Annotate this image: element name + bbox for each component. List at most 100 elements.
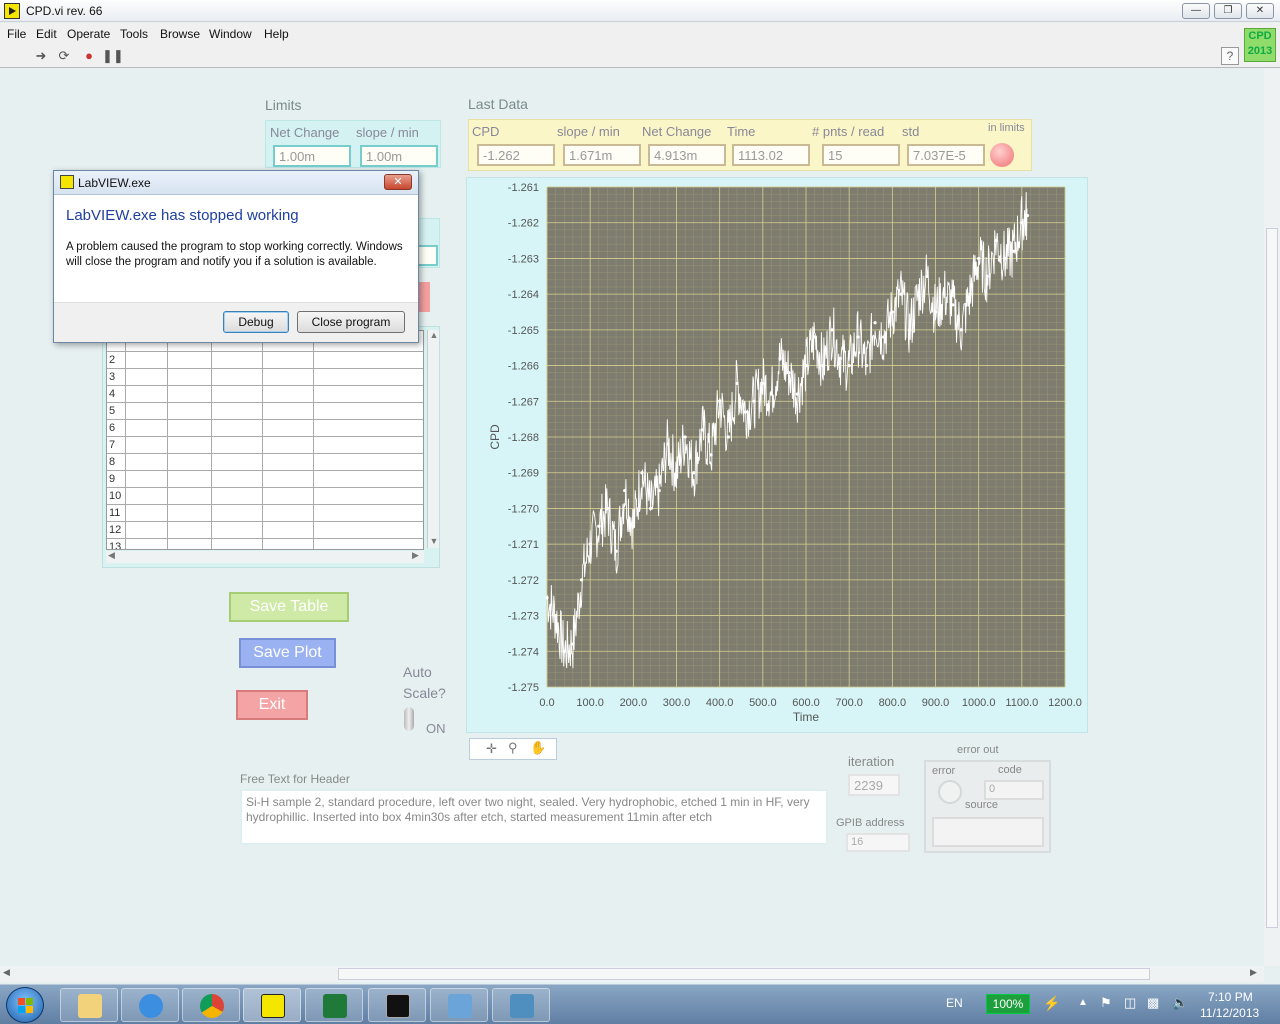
table-row[interactable]: 5 xyxy=(107,402,423,419)
cpd-data-point xyxy=(683,435,687,439)
close-window-button[interactable]: ✕ xyxy=(1246,3,1274,19)
vscroll-thumb[interactable] xyxy=(1266,228,1278,928)
taskbar-remote-desktop[interactable] xyxy=(430,988,488,1022)
table-row[interactable]: 10 xyxy=(107,487,423,504)
save-plot-button[interactable]: Save Plot xyxy=(239,638,336,668)
run-continuously-icon[interactable]: ⟳ xyxy=(55,47,73,65)
scroll-right-icon[interactable]: ▶ xyxy=(412,550,419,561)
cpd-data-point xyxy=(968,292,972,296)
table-row[interactable]: 11 xyxy=(107,504,423,521)
volume-icon[interactable]: 🔈 xyxy=(1172,995,1188,1011)
dialog-close-x-button[interactable]: ✕ xyxy=(384,174,412,190)
hscroll-left-icon[interactable]: ◀ xyxy=(3,967,10,978)
cpd-data-point xyxy=(657,488,661,493)
taskbar-picture-viewer[interactable] xyxy=(492,988,550,1022)
cpd-data-point xyxy=(726,435,730,439)
cursor-move-icon[interactable]: ✛ xyxy=(486,741,497,757)
start-button[interactable] xyxy=(6,987,44,1023)
cpd-vs-time-graph[interactable]: 0.0 100.0 200.0 300.0 400.0 500.0 600.0 700.0 80… xyxy=(466,177,1088,733)
scroll-down-icon[interactable]: ▼ xyxy=(428,536,440,546)
table-vertical-scrollbar[interactable]: ▲ ▼ xyxy=(427,330,439,548)
cpd-data-point xyxy=(769,392,774,396)
run-arrow-icon[interactable]: ➜ xyxy=(32,47,50,65)
cpd-data-point xyxy=(856,335,860,339)
table-row-number: 10 xyxy=(109,490,122,502)
table-row-number: 2 xyxy=(109,354,116,366)
table-row[interactable]: 7 xyxy=(107,436,423,453)
menu-browse[interactable]: Browse xyxy=(160,27,200,41)
zoom-icon[interactable]: ⚲ xyxy=(508,740,518,756)
taskbar-internet-explorer[interactable] xyxy=(121,988,179,1022)
cpd-data-point xyxy=(813,335,817,339)
table-row[interactable]: 13 xyxy=(107,538,423,549)
language-indicator[interactable]: EN xyxy=(946,996,963,1010)
scroll-up-icon[interactable]: ▲ xyxy=(428,330,440,340)
taskbar-excel[interactable] xyxy=(305,988,363,1022)
limits-slope-input[interactable]: 1.00m xyxy=(360,145,438,167)
network-signal-icon[interactable]: ▩ xyxy=(1147,995,1159,1011)
error-status-led xyxy=(938,780,962,804)
menu-tools[interactable]: Tools xyxy=(120,27,148,41)
labview-small-icon xyxy=(60,175,74,189)
hscroll-thumb[interactable] xyxy=(338,968,1150,980)
table-row[interactable]: 3 xyxy=(107,368,423,385)
cpd-data-point xyxy=(743,410,748,414)
power-plug-icon[interactable]: ⚡ xyxy=(1043,995,1060,1012)
menu-help[interactable]: Help xyxy=(264,27,289,41)
battery-indicator[interactable]: 100% xyxy=(986,994,1030,1014)
table-row[interactable]: 9 xyxy=(107,470,423,487)
taskbar-cmd[interactable] xyxy=(368,988,426,1022)
action-center-flag-icon[interactable]: ⚑ xyxy=(1100,995,1112,1011)
menu-operate[interactable]: Operate xyxy=(67,27,110,41)
menu-file[interactable]: File xyxy=(7,27,26,41)
save-table-button[interactable]: Save Table xyxy=(229,592,349,622)
table-row[interactable]: 12 xyxy=(107,521,423,538)
hscroll-right-icon[interactable]: ▶ xyxy=(1250,967,1257,978)
device-icon[interactable]: ◫ xyxy=(1124,995,1136,1011)
table-row-number: 6 xyxy=(109,422,116,434)
menu-edit[interactable]: Edit xyxy=(36,27,57,41)
table-row[interactable]: 4 xyxy=(107,385,423,402)
free-text-input[interactable]: Si-H sample 2, standard procedure, left … xyxy=(240,789,828,845)
close-program-button[interactable]: Close program xyxy=(297,311,405,333)
limits-net-change-input[interactable]: 1.00m xyxy=(273,145,351,167)
limits-net-change-label: Net Change xyxy=(270,125,340,140)
y-tick-label: -1.275 xyxy=(508,682,539,694)
clock-date[interactable]: 11/12/2013 xyxy=(1200,1006,1259,1020)
exit-button[interactable]: Exit xyxy=(236,690,308,720)
window-horizontal-scrollbar[interactable]: ◀ ▶ xyxy=(0,966,1264,982)
scroll-left-icon[interactable]: ◀ xyxy=(108,550,115,561)
table-row[interactable]: 6 xyxy=(107,419,423,436)
clock-time[interactable]: 7:10 PM xyxy=(1208,990,1253,1004)
minimize-button[interactable]: — xyxy=(1182,3,1210,19)
window-vertical-scrollbar[interactable] xyxy=(1264,68,1280,966)
x-tick-label: 1100.0 xyxy=(1005,697,1038,709)
pnts-read-label: # pnts / read xyxy=(812,124,885,139)
gpib-label: GPIB address xyxy=(836,817,905,829)
data-table[interactable]: 2 3 4 5 6 7 8 9 10 11 12 13 ▲ ▼ ◀ ▶ xyxy=(102,326,440,568)
autoscale-toggle-switch[interactable] xyxy=(404,707,414,731)
debug-button[interactable]: Debug xyxy=(223,311,289,333)
cpd-data-point xyxy=(778,356,782,361)
cpd-data-point xyxy=(1002,256,1007,261)
context-help-button[interactable]: ? xyxy=(1221,47,1239,65)
cpd-data-point xyxy=(908,328,912,332)
pan-hand-icon[interactable]: ✋ xyxy=(530,740,546,756)
taskbar-labview[interactable] xyxy=(243,988,301,1022)
table-row[interactable]: 8 xyxy=(107,453,423,470)
gpib-address-input[interactable]: 16 xyxy=(846,833,910,852)
iteration-value: 2239 xyxy=(848,774,900,796)
error-code-value: 0 xyxy=(984,780,1044,800)
taskbar-explorer[interactable] xyxy=(60,988,118,1022)
taskbar-chrome[interactable] xyxy=(182,988,240,1022)
y-tick-label: -1.266 xyxy=(508,361,539,373)
abort-icon[interactable]: ● xyxy=(80,47,98,65)
window-title-bar: CPD.vi rev. 66 — ❐ ✕ xyxy=(0,0,1280,22)
table-row[interactable]: 2 xyxy=(107,351,423,368)
pause-icon[interactable]: ❚❚ xyxy=(102,47,124,65)
maximize-button[interactable]: ❐ xyxy=(1214,3,1242,19)
show-hidden-icons-icon[interactable]: ▲ xyxy=(1078,997,1088,1008)
table-horizontal-scrollbar[interactable]: ◀ ▶ xyxy=(106,550,424,563)
menu-window[interactable]: Window xyxy=(209,27,252,41)
x-tick-label: 400.0 xyxy=(706,697,734,709)
